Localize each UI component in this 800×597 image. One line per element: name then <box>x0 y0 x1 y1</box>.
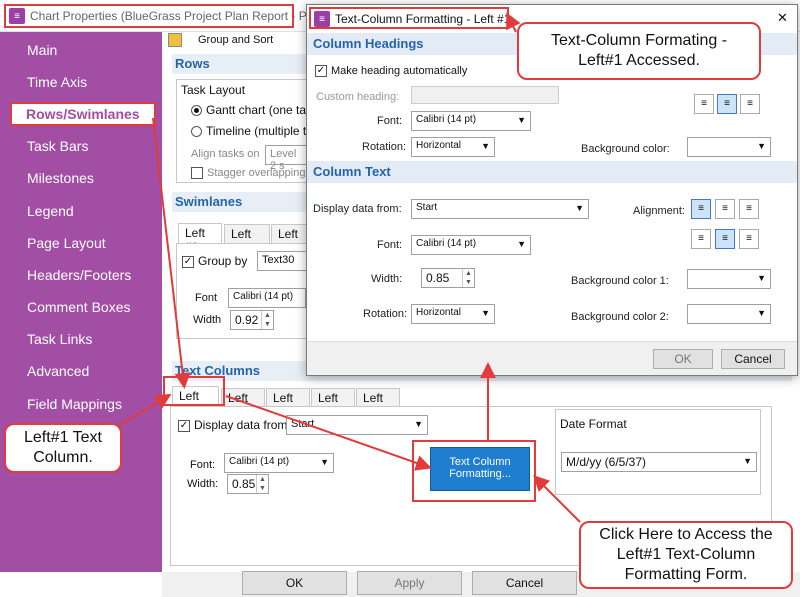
annotation-arrows <box>119 12 581 523</box>
arrow-accessed-to-title <box>506 12 521 33</box>
callout-click-here: Click Here to Access the Left#1 Text-Col… <box>579 521 793 589</box>
arrow-rows-to-tab <box>152 117 191 389</box>
arrow-tab-to-button <box>225 395 432 471</box>
callout-left1-column: Left#1 Text Column. <box>4 423 122 473</box>
arrow-click-to-button <box>533 475 581 523</box>
arrow-callout-to-tab <box>119 393 172 426</box>
callout-accessed: Text-Column Formating - Left#1 Accessed. <box>517 22 761 80</box>
